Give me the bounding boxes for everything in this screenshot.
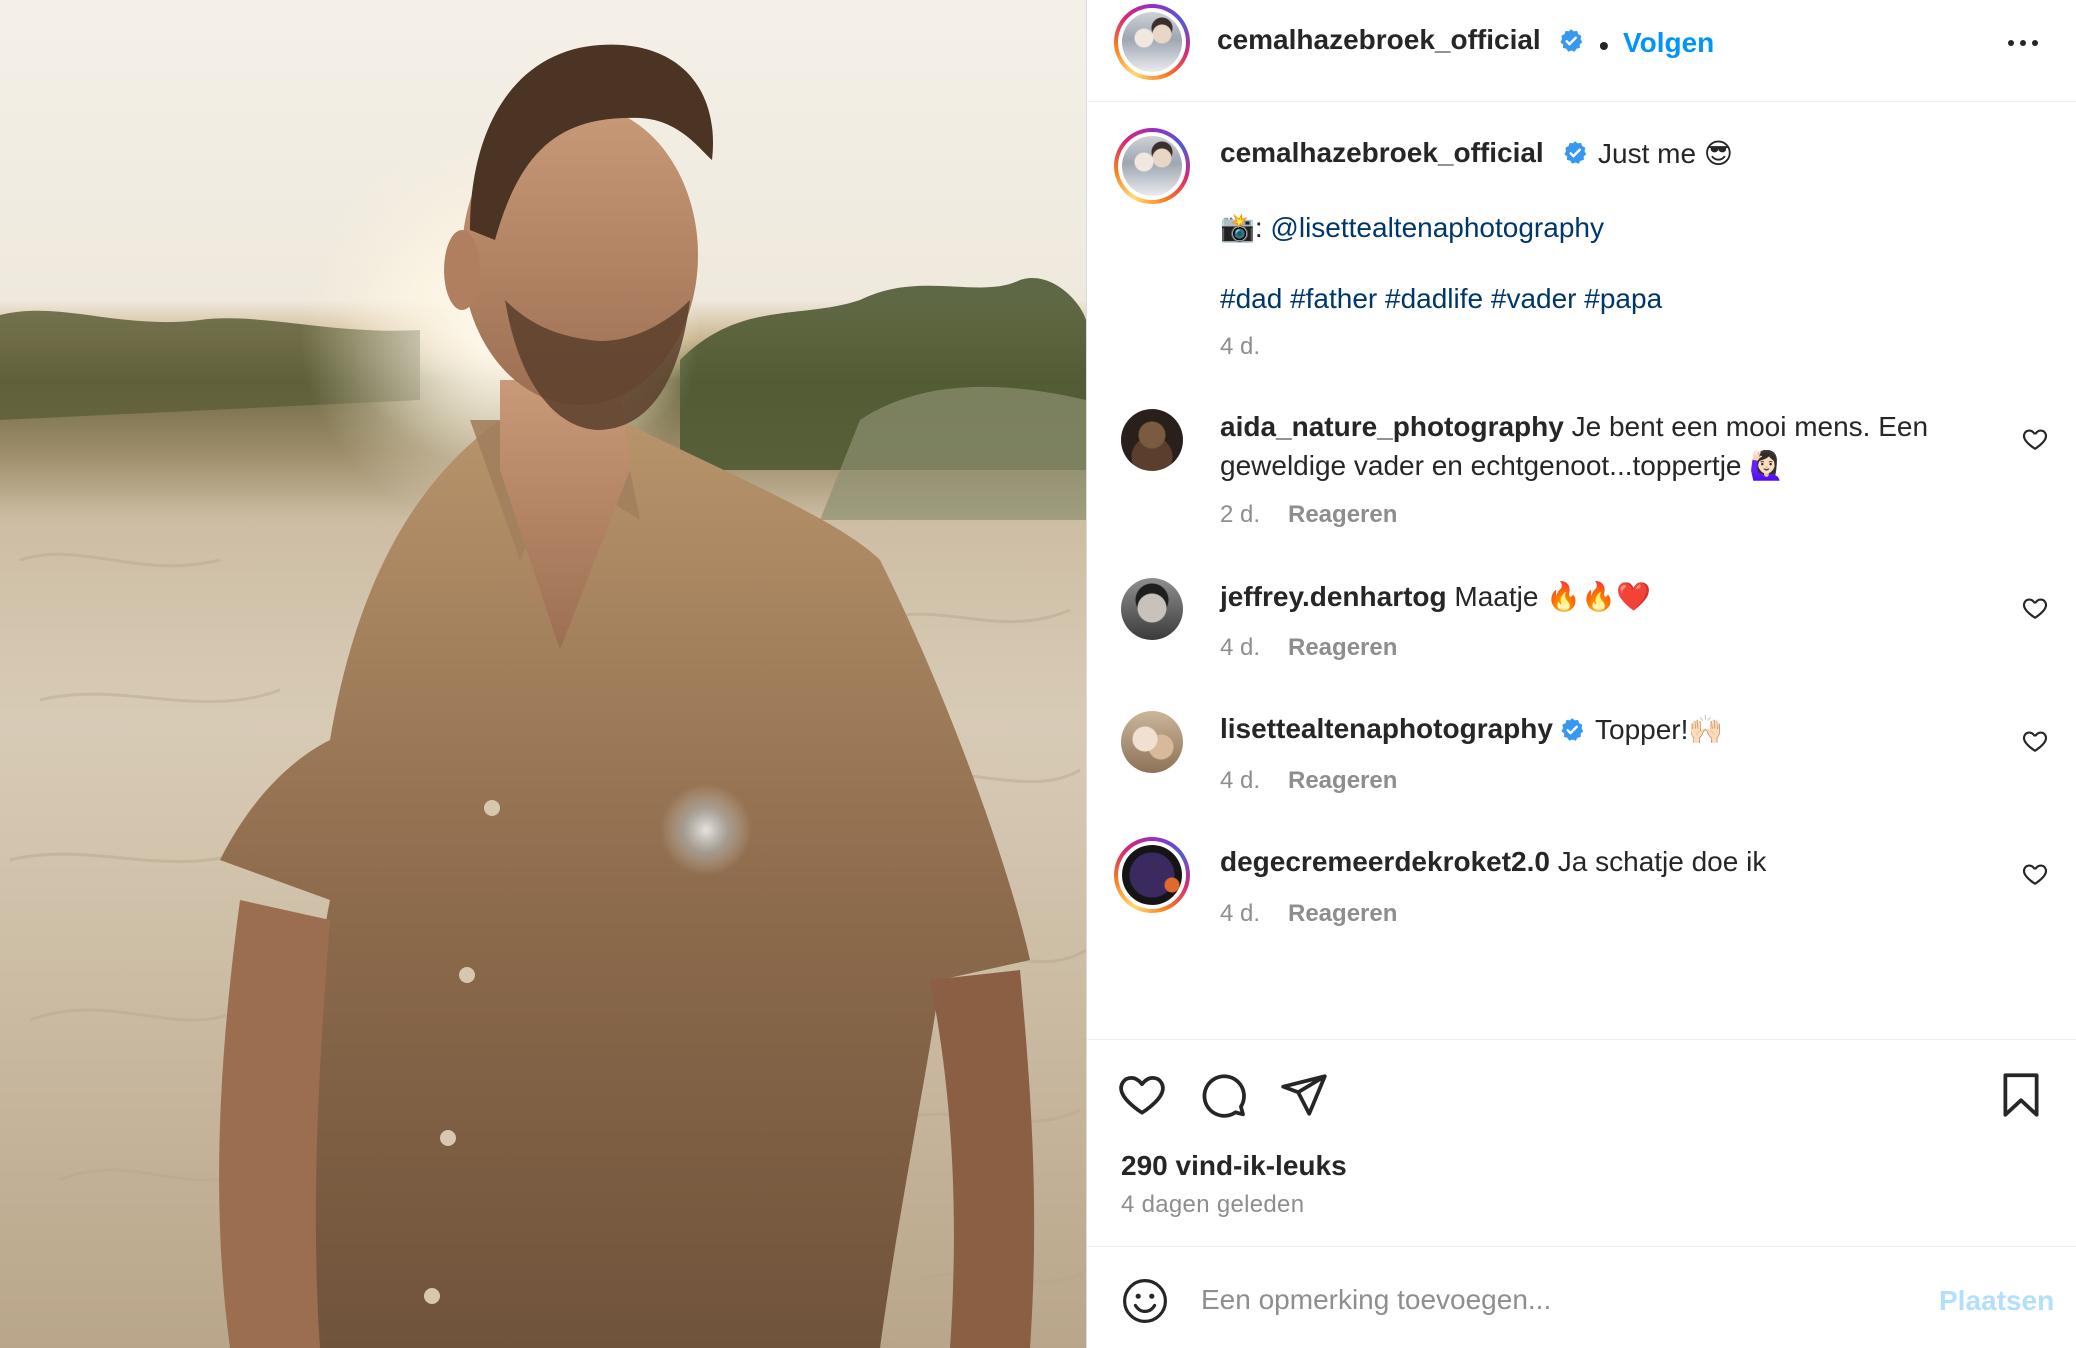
reply-button[interactable]: Reageren xyxy=(1288,767,1397,795)
post-sidebar: cemalhazebroek_official • Volgen cemalha… xyxy=(1086,0,2076,1348)
bookmark-icon[interactable] xyxy=(1996,1070,2046,1120)
verified-icon xyxy=(1560,29,1583,52)
comment-text: Maatje 🔥🔥❤️ xyxy=(1454,581,1651,612)
comment-username[interactable]: jeffrey.denhartog xyxy=(1220,581,1447,612)
verified-icon xyxy=(1564,141,1587,164)
post-header: cemalhazebroek_official • Volgen xyxy=(1087,0,2076,102)
more-icon[interactable] xyxy=(2008,28,2048,56)
comment-username[interactable]: lisettealtenaphotography xyxy=(1220,713,1553,744)
comment-line-1: jeffrey.denhartog Maatje 🔥🔥❤️ xyxy=(1220,580,1651,613)
comment-age: 4 d. xyxy=(1220,767,1261,794)
author-avatar[interactable] xyxy=(1114,4,1190,80)
heart-icon[interactable] xyxy=(2022,426,2048,452)
caption-age: 4 d. xyxy=(1220,333,1261,360)
commenter-avatar[interactable] xyxy=(1121,578,1183,640)
verified-icon xyxy=(1561,718,1584,741)
comment-age: 4 d. xyxy=(1220,634,1261,661)
reply-button[interactable]: Reageren xyxy=(1288,634,1397,662)
photo-credit: 📸: @lisettealtenaphotography xyxy=(1220,211,1604,244)
heart-icon[interactable] xyxy=(1117,1070,1167,1120)
commenter-avatar[interactable] xyxy=(1114,837,1190,913)
comment-line-1: lisettealtenaphotography xyxy=(1220,713,1553,745)
header-separator: • xyxy=(1599,30,1609,61)
caption-avatar[interactable] xyxy=(1114,128,1190,204)
share-icon[interactable] xyxy=(1279,1070,1329,1120)
emoji-icon[interactable] xyxy=(1121,1277,1169,1325)
heart-icon[interactable] xyxy=(2022,595,2048,621)
caption-username[interactable]: cemalhazebroek_official xyxy=(1220,137,1544,169)
post-comment-button[interactable]: Plaatsen xyxy=(1939,1285,2054,1317)
photo-illustration xyxy=(0,44,1086,1348)
comment-age: 4 d. xyxy=(1220,900,1261,927)
comment-icon[interactable] xyxy=(1198,1070,1248,1120)
instagram-post: cemalhazebroek_official • Volgen cemalha… xyxy=(0,0,2076,1348)
hashtags[interactable]: #dad #father #dadlife #vader #papa xyxy=(1220,283,1662,315)
post-photo[interactable] xyxy=(0,0,1086,1348)
likes-count[interactable]: 290 vind-ik-leuks xyxy=(1121,1150,1347,1182)
credit-prefix: 📸: xyxy=(1220,212,1271,243)
reply-button[interactable]: Reageren xyxy=(1288,501,1397,529)
comment-text: Topper!🙌🏻 xyxy=(1595,714,1724,745)
author-username[interactable]: cemalhazebroek_official xyxy=(1217,24,1541,56)
comment-text-line-2: geweldige vader en echtgenoot...toppertj… xyxy=(1220,450,1785,481)
post-date: 4 dagen geleden xyxy=(1121,1191,1305,1218)
heart-icon[interactable] xyxy=(2022,728,2048,754)
commenter-avatar[interactable] xyxy=(1121,409,1183,471)
comment-composer: Plaatsen xyxy=(1087,1246,2076,1348)
caption-text: Just me 😎 xyxy=(1598,138,1733,169)
follow-button[interactable]: Volgen xyxy=(1623,27,1714,59)
comment-line-1: aida_nature_photography Je bent een mooi… xyxy=(1220,411,1928,443)
comment-text: Je bent een mooi mens. Een xyxy=(1571,411,1929,442)
comment-username[interactable]: degecremeerdekroket2.0 xyxy=(1220,846,1550,877)
comment-input[interactable] xyxy=(1199,1277,1923,1323)
commenter-avatar[interactable] xyxy=(1121,711,1183,773)
comment-username[interactable]: aida_nature_photography xyxy=(1220,411,1564,442)
heart-icon[interactable] xyxy=(2022,861,2048,887)
reply-button[interactable]: Reageren xyxy=(1288,900,1397,928)
comment-age: 2 d. xyxy=(1220,501,1261,528)
credit-mention-link[interactable]: @lisettealtenaphotography xyxy=(1270,212,1604,243)
comment-text: Ja schatje doe ik xyxy=(1557,846,1767,877)
comment-line-1: degecremeerdekroket2.0 Ja schatje doe ik xyxy=(1220,846,1766,878)
